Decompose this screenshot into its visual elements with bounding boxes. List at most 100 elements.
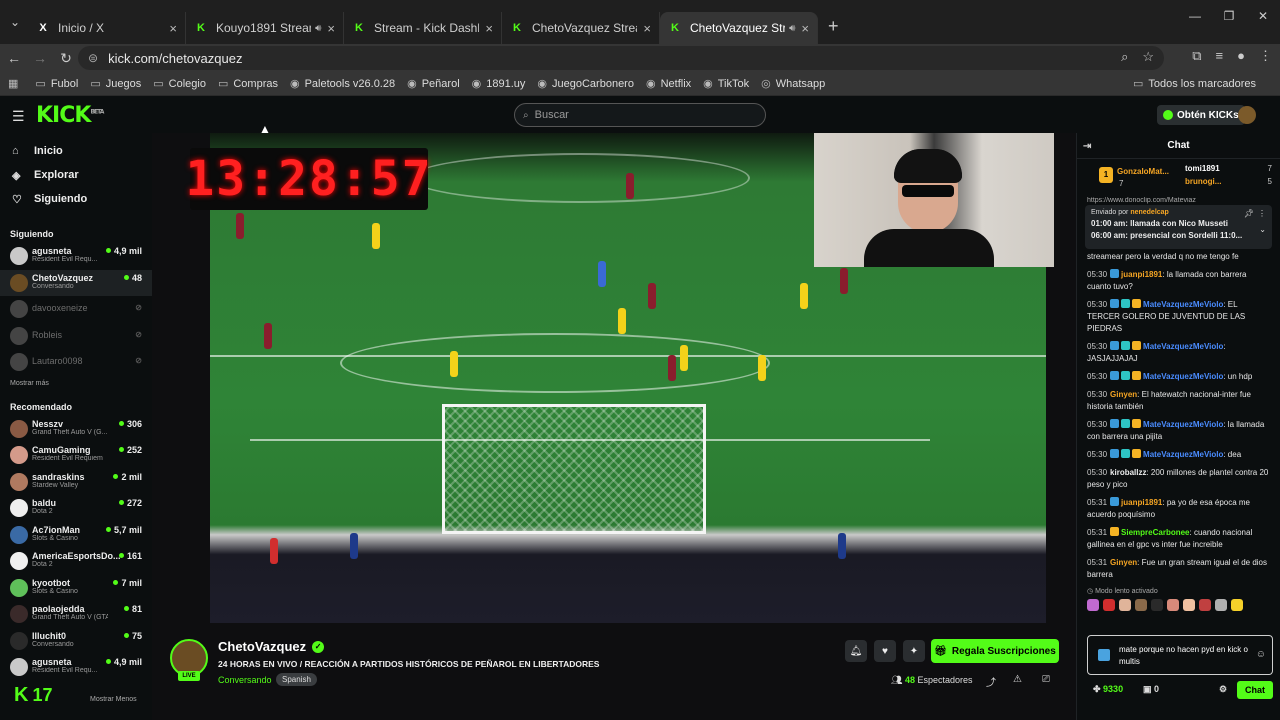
reload-icon[interactable]: ↻ bbox=[54, 50, 78, 67]
message-user[interactable]: MateVazquezMeViolo bbox=[1143, 372, 1223, 381]
message-user[interactable]: juanpi1891 bbox=[1121, 270, 1162, 279]
menu-icon[interactable]: ⋮ bbox=[1259, 48, 1272, 64]
send-chat-button[interactable]: Chat bbox=[1237, 681, 1273, 699]
sidebar-nav-inicio[interactable]: ⌂ Inicio bbox=[0, 139, 152, 163]
bookmark-item[interactable]: ▭ Colegio bbox=[153, 77, 206, 91]
emote[interactable] bbox=[1231, 599, 1243, 611]
browser-tab[interactable]: K Stream - Kick Dashboard × bbox=[344, 12, 502, 44]
sidebar-channel[interactable]: agusneta Resident Evil Requ... 4,9 mil bbox=[0, 654, 152, 681]
user-avatar[interactable] bbox=[1238, 106, 1256, 124]
message-user[interactable]: SiempreCarbonee bbox=[1121, 528, 1189, 537]
message-user[interactable]: MateVazquezMeViolo bbox=[1143, 420, 1223, 429]
site-info-icon[interactable]: ⊜ bbox=[88, 51, 98, 65]
report-icon[interactable]: ⚠ bbox=[1013, 674, 1022, 685]
emoji-icon[interactable]: ☺ bbox=[1256, 649, 1266, 660]
bookmark-item[interactable]: ◉ TikTok bbox=[703, 77, 749, 91]
sidebar-channel[interactable]: baldu Dota 2 272 bbox=[0, 495, 152, 522]
back-icon[interactable]: ← bbox=[2, 50, 26, 66]
maximize-icon[interactable]: ❐ bbox=[1212, 9, 1246, 23]
kicks-balance[interactable]: ▣ 0 bbox=[1143, 684, 1159, 695]
close-tab-icon[interactable]: × bbox=[169, 21, 177, 36]
emote[interactable] bbox=[1183, 599, 1195, 611]
sidebar-channel[interactable]: paolaojedda Grand Theft Auto V (GTA) 81 bbox=[0, 601, 152, 628]
close-tab-icon[interactable]: × bbox=[801, 21, 809, 36]
bookmark-item[interactable]: ◉ Paletools v26.0.28 bbox=[290, 77, 395, 91]
emote[interactable] bbox=[1103, 599, 1115, 611]
leaderboard-third-name[interactable]: brunogi... bbox=[1185, 177, 1221, 186]
bookmark-star-icon[interactable]: ☆ bbox=[1142, 49, 1154, 65]
language-tag[interactable]: Spanish bbox=[276, 673, 317, 686]
message-user[interactable]: MateVazquezMeViolo bbox=[1143, 300, 1223, 309]
kick-logo[interactable]: KICKBETA bbox=[36, 103, 104, 128]
new-tab-button[interactable]: + bbox=[828, 16, 839, 37]
message-user[interactable]: MateVazquezMeViolo bbox=[1143, 450, 1223, 459]
emote[interactable] bbox=[1167, 599, 1179, 611]
bookmark-item[interactable]: ◉ JuegoCarbonero bbox=[537, 77, 634, 91]
close-tab-icon[interactable]: × bbox=[327, 21, 335, 36]
close-tab-icon[interactable]: × bbox=[643, 21, 651, 36]
sidebar-nav-siguiendo[interactable]: ♡ Siguiendo bbox=[0, 187, 152, 211]
sidebar-channel[interactable]: AmericaEsportsDo... Dota 2 161 bbox=[0, 548, 152, 575]
apps-icon[interactable]: ▦ bbox=[8, 77, 23, 90]
emote[interactable] bbox=[1119, 599, 1131, 611]
message-user[interactable]: MateVazquezMeViolo bbox=[1143, 342, 1223, 351]
pin-icon[interactable]: 📌︎ bbox=[1244, 209, 1254, 218]
sidebar-channel[interactable]: Nesszv Grand Theft Auto V (G... 306 bbox=[0, 416, 152, 443]
bookmark-item[interactable]: ◎ Whatsapp bbox=[761, 77, 825, 91]
sidebar-channel[interactable]: Ac7ionMan Slots & Casino 5,7 mil bbox=[0, 522, 152, 549]
collapse-chat-icon[interactable]: ⇥ bbox=[1083, 141, 1091, 152]
sidebar-channel[interactable]: kyootbot Slots & Casino 7 mil bbox=[0, 575, 152, 602]
media-icon[interactable]: ≡ bbox=[1216, 48, 1224, 64]
browser-tab[interactable]: K ChetoVazquez Stream - Wa🔊︎ × bbox=[660, 12, 818, 44]
extensions-icon[interactable]: ⧉ bbox=[1192, 48, 1201, 64]
browser-tab[interactable]: K ChetoVazquez Stream - Kick Da × bbox=[502, 12, 660, 44]
sidebar-nav-explorar[interactable]: ◈ Explorar bbox=[0, 163, 152, 187]
leaderboard-second-name[interactable]: tomi1891 bbox=[1185, 164, 1220, 173]
bookmark-item[interactable]: ▭ Compras bbox=[218, 77, 278, 91]
stream-category[interactable]: Conversando bbox=[218, 675, 272, 685]
url-field[interactable]: ⊜ kick.com/chetovazquez ⌕ ☆ bbox=[78, 46, 1164, 70]
message-user[interactable]: juanpi1891 bbox=[1121, 498, 1162, 507]
profile-icon[interactable]: ● bbox=[1237, 48, 1245, 64]
emote[interactable] bbox=[1151, 599, 1163, 611]
share-icon[interactable]: ⤴ bbox=[986, 674, 996, 689]
channel-name[interactable]: ChetoVazquez ✓ bbox=[218, 639, 325, 654]
sidebar-channel[interactable]: Illuchit0 Conversando 75 bbox=[0, 628, 152, 655]
emote[interactable] bbox=[1135, 599, 1147, 611]
leaderboard-first-name[interactable]: GonzaloMat... bbox=[1117, 167, 1169, 176]
pinned-url[interactable]: https://www.donoclip.com/Mateviaz bbox=[1077, 197, 1280, 205]
sidebar-channel[interactable]: sandraskins Stardew Valley 2 mil bbox=[0, 469, 152, 496]
bookmark-item[interactable]: ▭ Fubol bbox=[35, 77, 78, 91]
sidebar-channel[interactable]: CamuGaming Resident Evil Requiem 252 bbox=[0, 442, 152, 469]
more-options-icon[interactable]: ⋮ bbox=[1258, 209, 1266, 218]
all-bookmarks[interactable]: ▭ Todos los marcadores bbox=[1133, 77, 1256, 91]
search-input[interactable]: ⌕ Buscar bbox=[514, 103, 766, 127]
zoom-icon[interactable]: ⌕ bbox=[1121, 49, 1128, 65]
emote[interactable] bbox=[1199, 599, 1211, 611]
close-window-icon[interactable]: ✕ bbox=[1246, 9, 1280, 23]
sidebar-channel[interactable]: agusneta Resident Evil Requ... 4,9 mil bbox=[0, 243, 152, 270]
sparkle-icon[interactable]: ✦ bbox=[903, 640, 925, 662]
sidebar-channel[interactable]: ChetoVazquez Conversando 48 bbox=[0, 269, 152, 296]
sidebar-channel[interactable]: Robleis ⊘ bbox=[0, 323, 152, 350]
tab-search-icon[interactable]: ⌄ bbox=[2, 9, 28, 35]
sidebar-channel[interactable]: Lautaro0098 ⊘ bbox=[0, 349, 152, 376]
gift-subscriptions-button[interactable]: 🎁︎ Regala Suscripciones bbox=[931, 639, 1059, 663]
chat-input[interactable]: mate porque no hacen pyd en kick o multi… bbox=[1087, 635, 1273, 675]
bookmark-item[interactable]: ◉ 1891.uy bbox=[472, 77, 526, 91]
speaker-icon[interactable]: 🔊︎ bbox=[315, 23, 321, 34]
message-user[interactable]: kiroballzz bbox=[1110, 468, 1146, 477]
minimize-icon[interactable]: — bbox=[1178, 9, 1212, 23]
emote[interactable] bbox=[1087, 599, 1099, 611]
sidebar-channel[interactable]: davooxeneize ⊘ bbox=[0, 296, 152, 323]
browser-tab[interactable]: X Inicio / X × bbox=[28, 12, 186, 44]
clip-icon[interactable]: ⎚ bbox=[1042, 674, 1050, 685]
chat-settings-icon[interactable]: ⚙ bbox=[1219, 684, 1227, 695]
message-user[interactable]: Ginyen bbox=[1110, 558, 1137, 567]
follow-heart-icon[interactable]: ♥ bbox=[874, 640, 896, 662]
bookmark-item[interactable]: ▭ Juegos bbox=[90, 77, 141, 91]
message-user[interactable]: Ginyen bbox=[1110, 390, 1137, 399]
bookmark-item[interactable]: ◉ Peñarol bbox=[407, 77, 460, 91]
browser-tab[interactable]: K Kouyo1891 Stream - Watch 🔊︎ × bbox=[186, 12, 344, 44]
notifications-bell-icon[interactable]: 🔔︎ bbox=[845, 640, 867, 662]
